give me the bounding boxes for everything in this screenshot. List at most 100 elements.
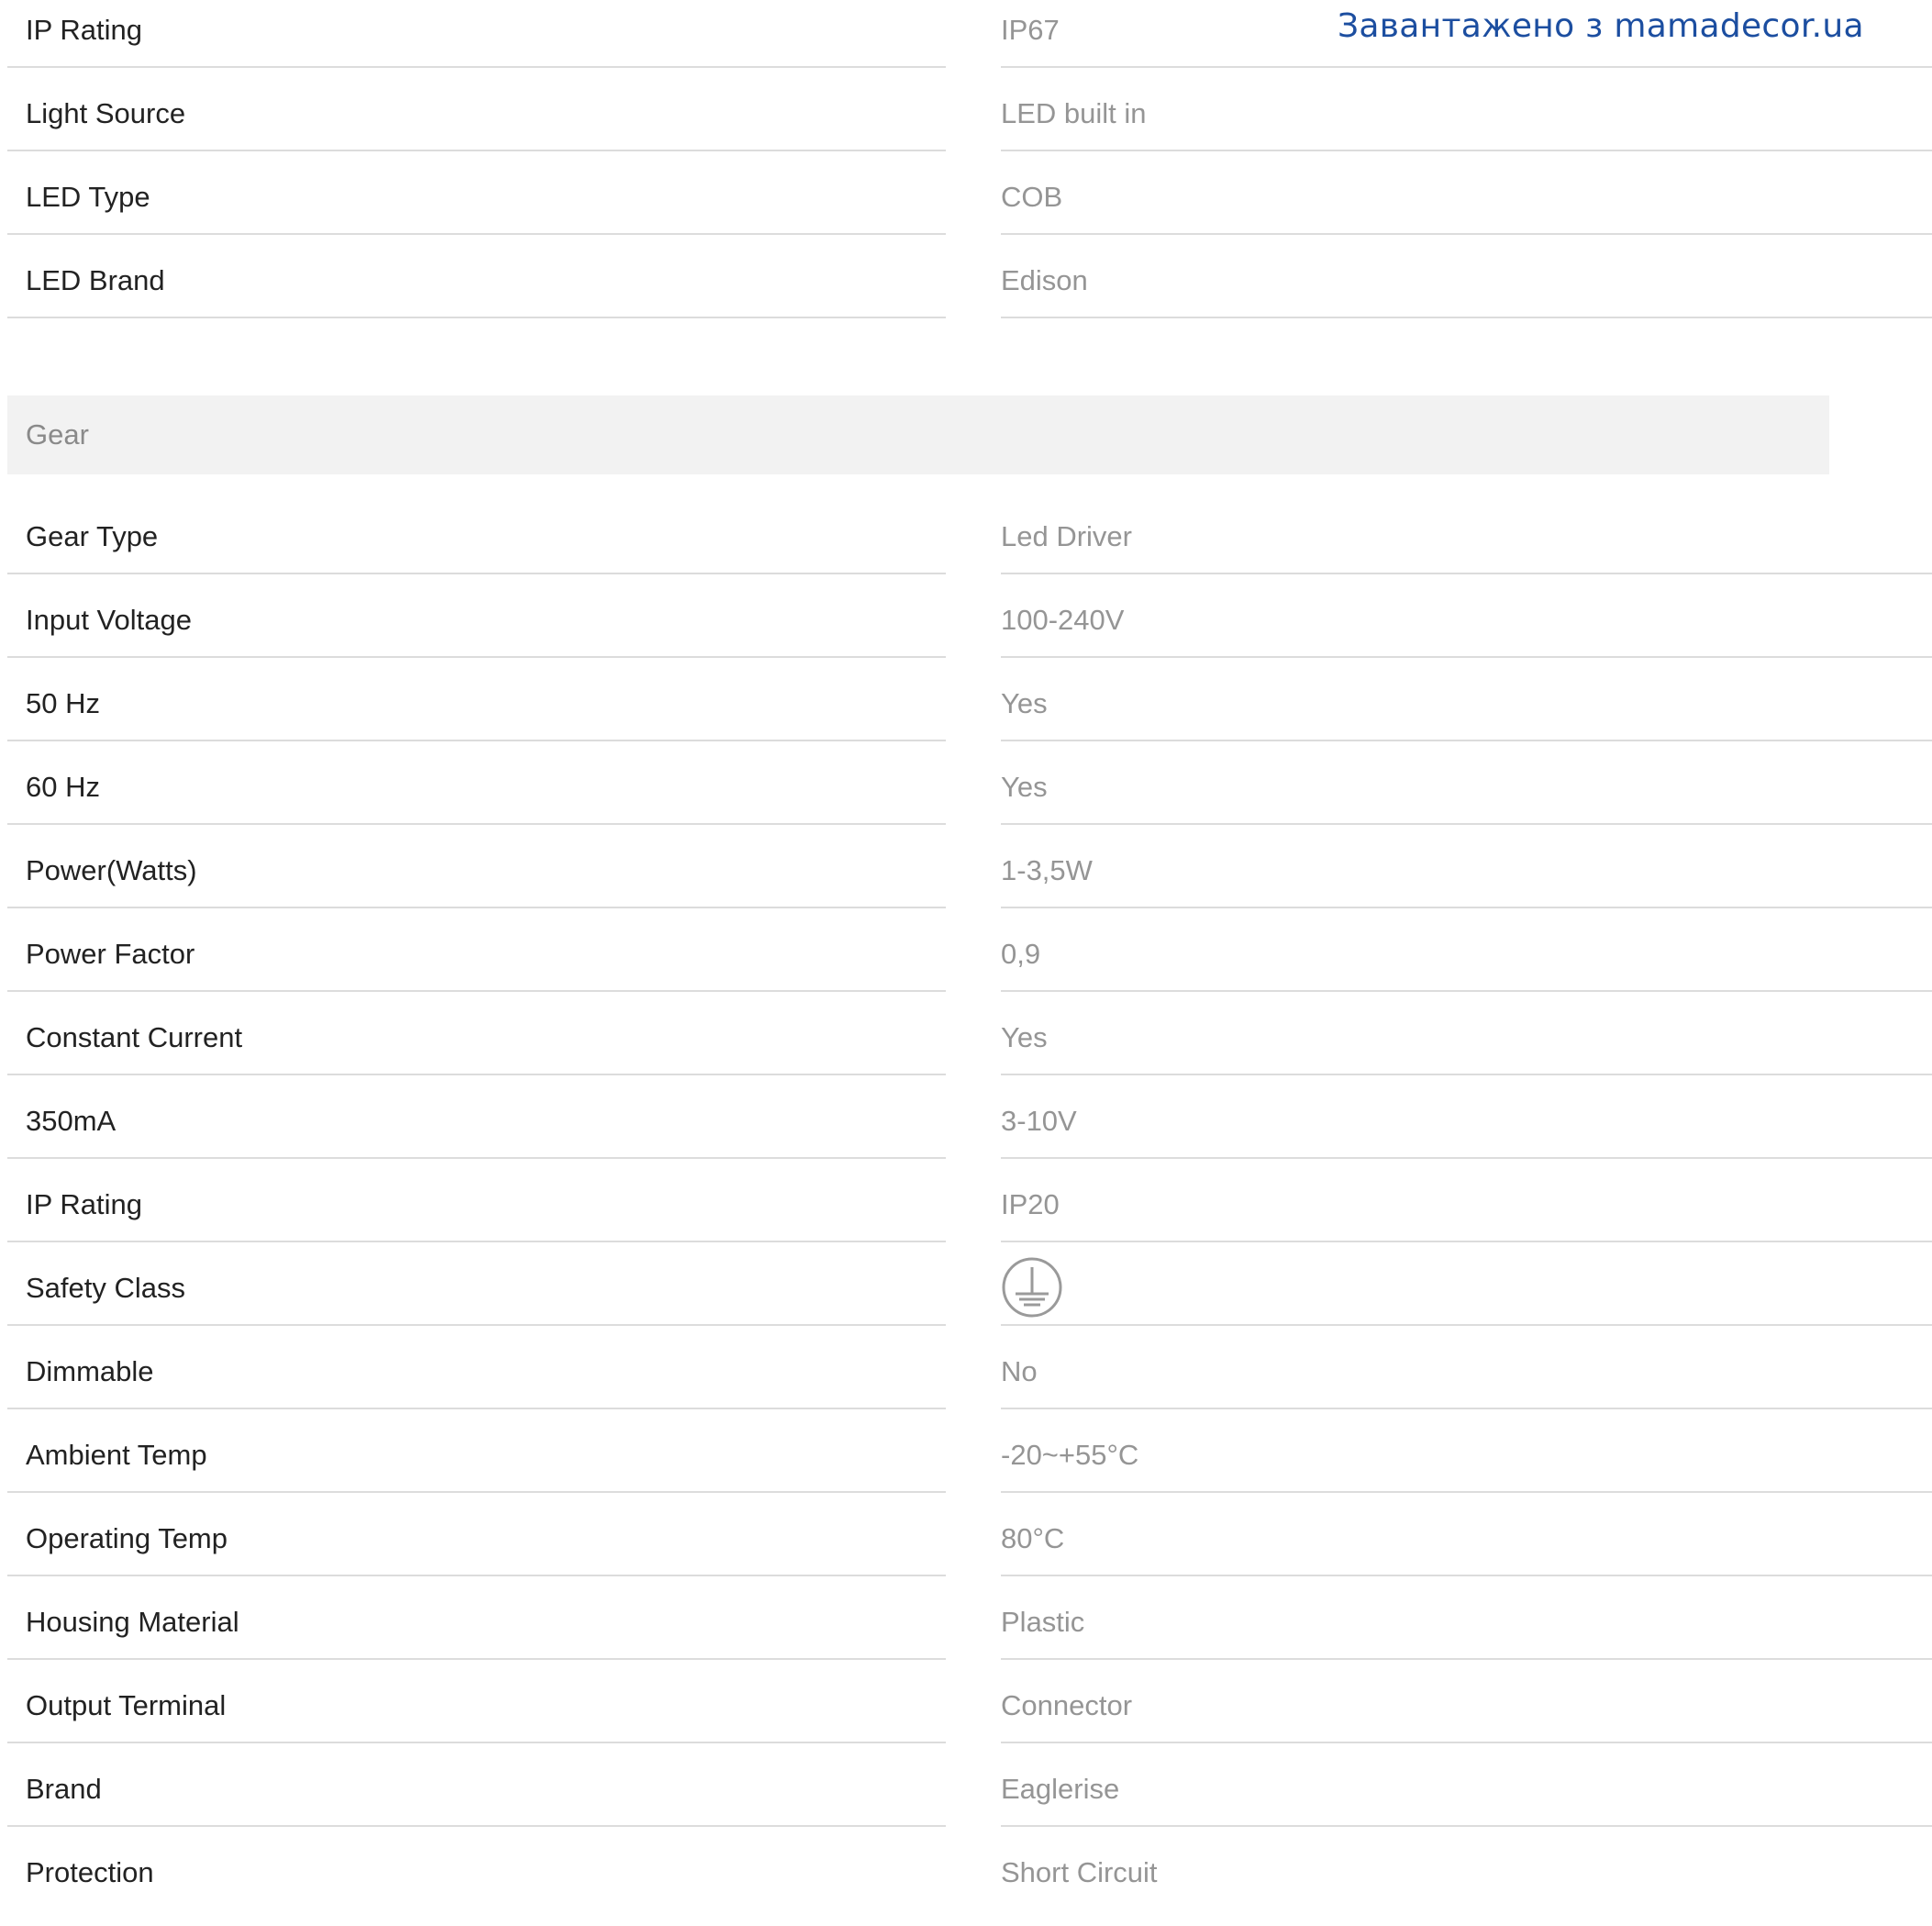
protective-earth-icon — [1002, 1257, 1062, 1318]
divider — [7, 66, 946, 68]
divider — [7, 1575, 946, 1576]
divider — [7, 1742, 946, 1743]
spec-value: Yes — [1001, 1021, 1048, 1053]
spec-value: Plastic — [1001, 1606, 1085, 1638]
divider — [7, 1241, 946, 1242]
spec-row-constant-current: Constant Current Yes — [0, 1008, 1932, 1091]
divider — [1001, 907, 1932, 908]
divider — [1001, 823, 1932, 825]
divider — [1001, 1491, 1932, 1493]
spec-value: Connector — [1001, 1689, 1133, 1721]
spec-row-60hz: 60 Hz Yes — [0, 757, 1932, 841]
spec-row-ip-rating: IP Rating IP67 — [0, 0, 1932, 83]
divider — [7, 1408, 946, 1409]
spec-label: Constant Current — [26, 1021, 243, 1053]
spec-row-led-brand: LED Brand Edison — [0, 250, 1932, 334]
spec-row-input-voltage: Input Voltage 100-240V — [0, 590, 1932, 674]
spec-value: IP67 — [1001, 14, 1060, 46]
divider — [1001, 1742, 1932, 1743]
divider — [1001, 1658, 1932, 1660]
spec-label: 60 Hz — [26, 771, 100, 803]
section-header-gear: Gear — [7, 395, 1829, 474]
spec-label: 350mA — [26, 1105, 117, 1137]
divider — [1001, 656, 1932, 658]
spec-row-output-terminal: Output Terminal Connector — [0, 1676, 1932, 1759]
spec-row-protection: Protection Short Circuit — [0, 1843, 1932, 1926]
divider — [1001, 233, 1932, 235]
divider — [7, 823, 946, 825]
spec-value: Led Driver — [1001, 520, 1132, 552]
spec-value: LED built in — [1001, 97, 1147, 129]
divider — [1001, 1575, 1932, 1576]
spec-value: Eaglerise — [1001, 1773, 1120, 1805]
spec-row-operating-temp: Operating Temp 80°C — [0, 1509, 1932, 1592]
divider — [1001, 1074, 1932, 1075]
divider — [1001, 1241, 1932, 1242]
divider — [7, 1491, 946, 1493]
spec-label: Power(Watts) — [26, 854, 197, 886]
section-title: Gear — [26, 418, 89, 451]
spec-row-housing-material: Housing Material Plastic — [0, 1592, 1932, 1676]
spec-label: Power Factor — [26, 938, 195, 970]
spec-value: IP20 — [1001, 1188, 1060, 1220]
spec-label: Operating Temp — [26, 1522, 228, 1554]
spec-row-ambient-temp: Ambient Temp -20~+55°C — [0, 1425, 1932, 1509]
divider — [1001, 317, 1932, 318]
spec-value: Yes — [1001, 687, 1048, 719]
spec-label: Ambient Temp — [26, 1439, 207, 1471]
divider — [1001, 66, 1932, 68]
spec-row-dimmable: Dimmable No — [0, 1342, 1932, 1425]
spec-value: 100-240V — [1001, 604, 1125, 636]
divider — [1001, 1157, 1932, 1159]
divider — [7, 1074, 946, 1075]
divider — [7, 907, 946, 908]
divider — [7, 317, 946, 318]
spec-label: IP Rating — [26, 1188, 142, 1220]
divider — [7, 990, 946, 992]
divider — [7, 1324, 946, 1326]
divider — [1001, 990, 1932, 992]
spec-row-brand: Brand Eaglerise — [0, 1759, 1932, 1843]
spec-value: Yes — [1001, 771, 1048, 803]
spec-label: Housing Material — [26, 1606, 239, 1638]
spec-label: Safety Class — [26, 1272, 186, 1304]
spec-label: Protection — [26, 1856, 154, 1888]
spec-label: Brand — [26, 1773, 102, 1805]
spec-value: 1-3,5W — [1001, 854, 1093, 886]
divider — [7, 1157, 946, 1159]
divider — [7, 233, 946, 235]
spec-value: Short Circuit — [1001, 1856, 1158, 1888]
spec-row-power-factor: Power Factor 0,9 — [0, 924, 1932, 1008]
divider — [1001, 1825, 1932, 1827]
spec-label: Gear Type — [26, 520, 159, 552]
divider — [1001, 573, 1932, 574]
spec-value: 3-10V — [1001, 1105, 1077, 1137]
spec-row-light-source: Light Source LED built in — [0, 83, 1932, 167]
divider — [7, 1658, 946, 1660]
divider — [1001, 150, 1932, 151]
spec-label: Output Terminal — [26, 1689, 227, 1721]
spec-value: No — [1001, 1355, 1038, 1387]
spec-row-ip-rating-gear: IP Rating IP20 — [0, 1175, 1932, 1258]
spec-label: Input Voltage — [26, 604, 192, 636]
divider — [1001, 740, 1932, 741]
spec-value: Edison — [1001, 264, 1088, 296]
spec-row-50hz: 50 Hz Yes — [0, 674, 1932, 757]
spec-value: COB — [1001, 181, 1063, 213]
spec-label: 50 Hz — [26, 687, 100, 719]
divider — [7, 573, 946, 574]
spec-row-gear-type: Gear Type Led Driver — [0, 507, 1932, 590]
spec-row-power-watts: Power(Watts) 1-3,5W — [0, 841, 1932, 924]
divider — [7, 656, 946, 658]
spec-value: -20~+55°C — [1001, 1439, 1139, 1471]
spec-label: Light Source — [26, 97, 186, 129]
divider — [1001, 1408, 1932, 1409]
spec-label: LED Type — [26, 181, 150, 213]
spec-value: 80°C — [1001, 1522, 1065, 1554]
divider — [1001, 1324, 1932, 1326]
spec-row-350ma: 350mA 3-10V — [0, 1091, 1932, 1175]
spec-label: LED Brand — [26, 264, 165, 296]
spec-label: Dimmable — [26, 1355, 154, 1387]
divider — [7, 150, 946, 151]
spec-row-led-type: LED Type COB — [0, 167, 1932, 250]
